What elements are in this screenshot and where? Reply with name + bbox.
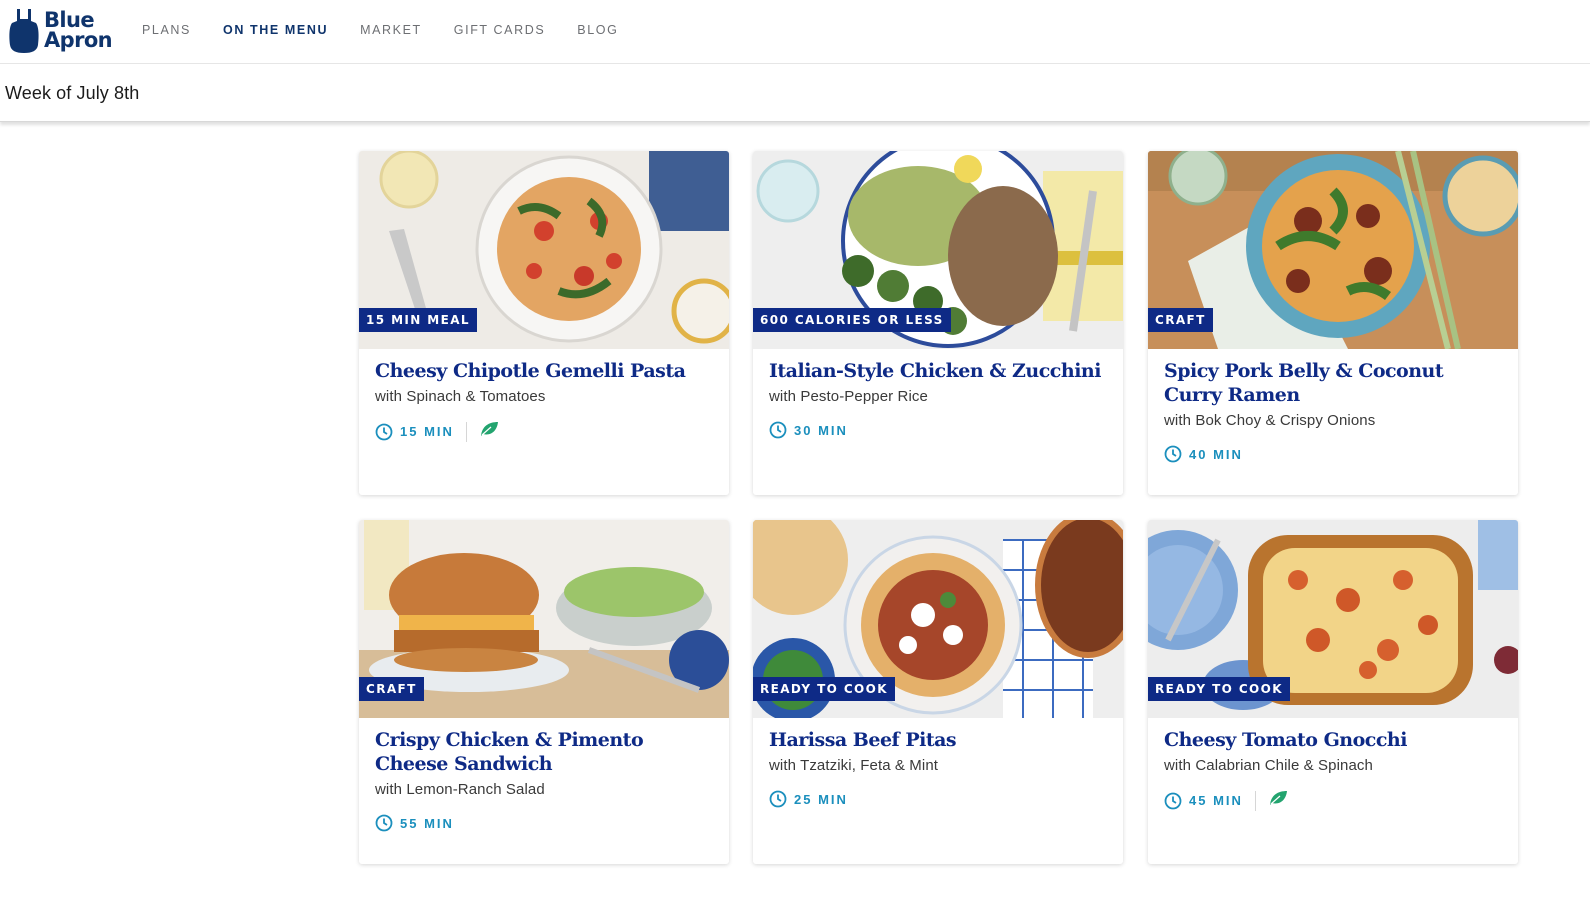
recipe-card[interactable]: 15 MIN MEAL Cheesy Chipotle Gemelli Past… [359,151,729,495]
recipe-title[interactable]: Spicy Pork Belly & Coconut Curry Ramen [1164,359,1502,407]
recipe-title[interactable]: Cheesy Tomato Gnocchi [1164,728,1502,752]
recipe-card[interactable]: READY TO COOK Harissa Beef Pitas with Tz… [753,520,1123,864]
recipe-subtitle: with Lemon-Ranch Salad [375,781,545,798]
recipe-photo[interactable]: 600 CALORIES OR LESS [753,151,1123,349]
recipe-photo[interactable]: CRAFT [1148,151,1518,349]
leaf-icon [479,421,499,442]
recipe-badge: 600 CALORIES OR LESS [753,308,951,332]
clock-icon [1164,445,1182,463]
recipe-photo[interactable]: 15 MIN MEAL [359,151,729,349]
meta-divider [1254,790,1256,811]
clock-icon [769,790,787,808]
apron-logo-icon [8,7,40,53]
recipe-card[interactable]: CRAFT Crispy Chicken & Pimento Cheese Sa… [359,520,729,864]
recipe-title[interactable]: Crispy Chicken & Pimento Cheese Sandwich [375,728,713,776]
recipe-subtitle: with Bok Choy & Crispy Onions [1164,412,1376,429]
clock-icon [769,421,787,439]
cook-time-label: 40 MIN [1189,446,1243,462]
recipe-card[interactable]: 600 CALORIES OR LESS Italian-Style Chick… [753,151,1123,495]
nav-gift-cards[interactable]: GIFT CARDS [454,23,545,37]
recipe-subtitle: with Tzatziki, Feta & Mint [769,757,939,774]
main-nav: PLANS ON THE MENU MARKET GIFT CARDS BLOG [142,23,650,37]
recipe-photo[interactable]: CRAFT [359,520,729,718]
recipe-badge: CRAFT [359,677,424,701]
brand-wordmark: Blue Apron [44,8,113,52]
recipe-photo[interactable]: READY TO COOK [1148,520,1518,718]
cook-time: 45 MIN [1164,792,1243,810]
recipe-badge: 15 MIN MEAL [359,308,477,332]
clock-icon [375,423,393,440]
blue-apron-logo[interactable]: Blue Apron [8,6,113,54]
nav-on-the-menu[interactable]: ON THE MENU [223,23,328,37]
cook-time-label: 25 MIN [794,791,848,807]
recipe-title[interactable]: Cheesy Chipotle Gemelli Pasta [375,359,713,383]
recipe-badge: READY TO COOK [1148,677,1290,701]
recipe-badge: READY TO COOK [753,677,895,701]
top-navigation: Blue Apron PLANS ON THE MENU MARKET GIFT… [0,0,1590,64]
recipe-title[interactable]: Italian-Style Chicken & Zucchini [769,359,1107,383]
cook-time: 55 MIN [375,814,454,832]
cook-time-label: 30 MIN [794,422,848,438]
cook-time: 40 MIN [1164,445,1243,463]
cook-time-label: 45 MIN [1189,793,1243,808]
recipe-subtitle: with Spinach & Tomatoes [375,388,546,405]
recipe-subtitle: with Pesto-Pepper Rice [769,388,928,405]
recipe-subtitle: with Calabrian Chile & Spinach [1164,757,1373,774]
cook-time-label: 55 MIN [400,815,454,831]
recipe-badge: CRAFT [1148,308,1213,332]
clock-icon [375,814,393,832]
nav-market[interactable]: MARKET [360,23,422,37]
cook-time: 15 MIN [375,423,454,441]
recipe-card[interactable]: READY TO COOK Cheesy Tomato Gnocchi with… [1148,520,1518,864]
recipe-card[interactable]: CRAFT Spicy Pork Belly & Coconut Curry R… [1148,151,1518,495]
week-bar: Week of July 8th [0,64,1590,122]
week-label[interactable]: Week of July 8th [5,83,139,104]
cook-time-label: 15 MIN [400,424,454,439]
cook-time: 30 MIN [769,421,848,439]
cook-time: 25 MIN [769,790,848,808]
recipe-title[interactable]: Harissa Beef Pitas [769,728,1107,752]
clock-icon [1164,792,1182,809]
nav-plans[interactable]: PLANS [142,23,191,37]
nav-blog[interactable]: BLOG [577,23,618,37]
meta-divider [465,421,467,442]
leaf-icon [1268,790,1288,811]
recipe-photo[interactable]: READY TO COOK [753,520,1123,718]
